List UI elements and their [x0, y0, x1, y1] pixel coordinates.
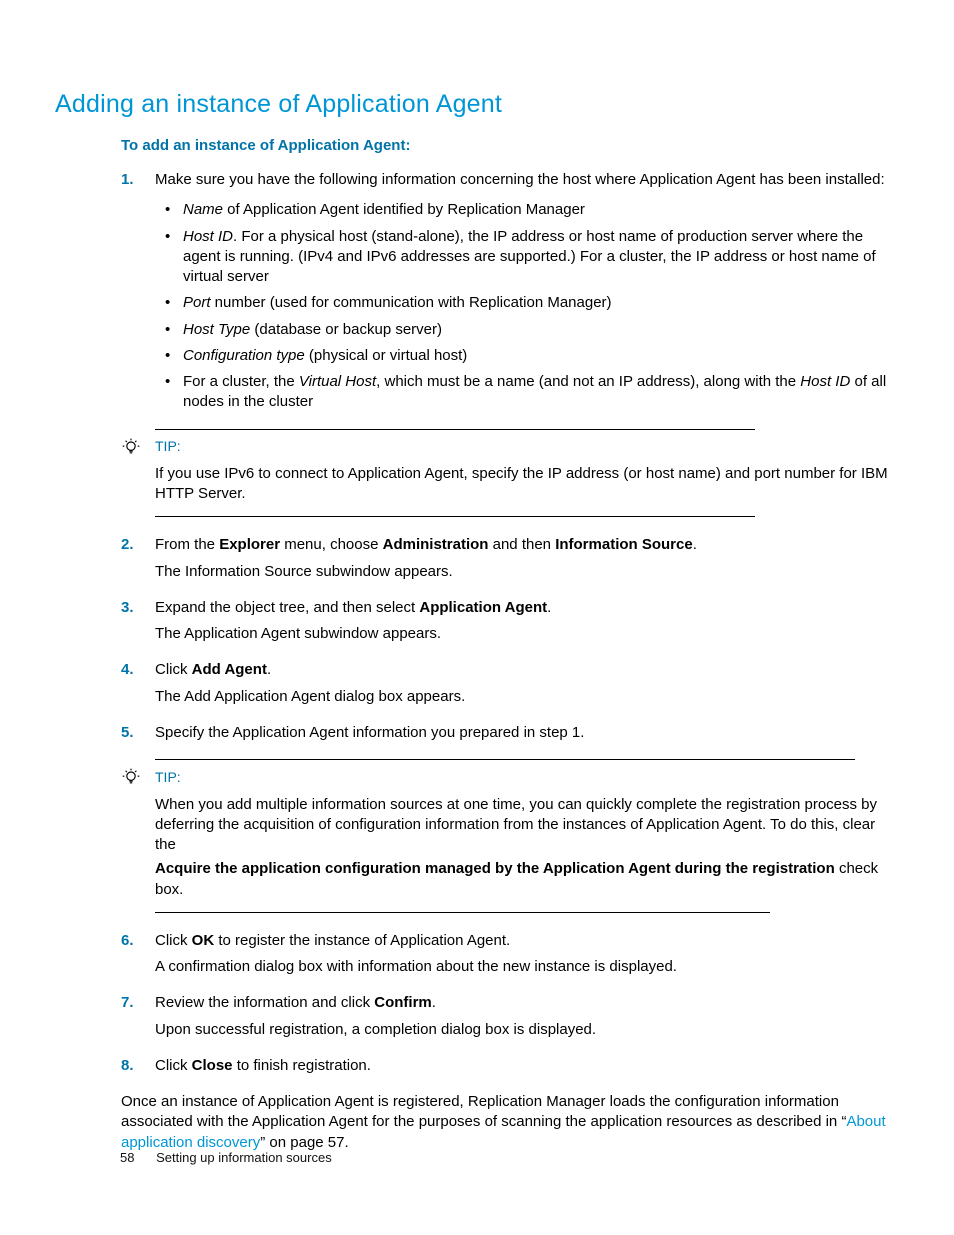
step-text: Make sure you have the following informa…: [155, 171, 885, 188]
step-number: 2.: [121, 535, 134, 555]
term: Port: [183, 294, 211, 311]
divider: [155, 912, 770, 913]
text: to finish registration.: [233, 1057, 371, 1074]
step-3: 3. Expand the object tree, and then sele…: [121, 598, 899, 645]
ui-label: Acquire the application configuration ma…: [155, 860, 835, 877]
text: (database or backup server): [250, 321, 442, 338]
text: .: [267, 661, 271, 678]
step-number: 3.: [121, 598, 134, 618]
step-2: 2. From the Explorer menu, choose Admini…: [121, 535, 899, 582]
text: .: [432, 994, 436, 1011]
step-1: 1. Make sure you have the following info…: [121, 170, 899, 413]
list-item: Configuration type (physical or virtual …: [155, 346, 899, 366]
procedure-steps-cont: 2. From the Explorer menu, choose Admini…: [121, 535, 899, 743]
step-4: 4. Click Add Agent. The Add Application …: [121, 660, 899, 707]
tip-body: If you use IPv6 to connect to Applicatio…: [155, 464, 899, 505]
page-number: 58: [120, 1150, 134, 1165]
step-6: 6. Click OK to register the instance of …: [121, 931, 899, 978]
text: . For a physical host (stand-alone), the…: [183, 228, 876, 286]
step-text: Specify the Application Agent informatio…: [155, 724, 584, 741]
procedure-steps-cont2: 6. Click OK to register the instance of …: [121, 931, 899, 1076]
text: (physical or virtual host): [305, 347, 468, 364]
step-result: The Information Source subwindow appears…: [155, 562, 899, 582]
text: menu, choose: [280, 536, 383, 553]
term: Host ID: [800, 373, 850, 390]
step-number: 4.: [121, 660, 134, 680]
list-item: For a cluster, the Virtual Host, which m…: [155, 372, 899, 413]
step-number: 8.: [121, 1056, 134, 1076]
text: From the: [155, 536, 219, 553]
ui-label: Administration: [383, 536, 489, 553]
lightbulb-icon: [121, 437, 141, 457]
text: Click: [155, 932, 192, 949]
divider: [155, 759, 855, 760]
list-item: Name of Application Agent identified by …: [155, 200, 899, 220]
ui-label: OK: [192, 932, 215, 949]
ui-label: Explorer: [219, 536, 280, 553]
step-number: 6.: [121, 931, 134, 951]
text: Review the information and click: [155, 994, 374, 1011]
step-result: The Add Application Agent dialog box app…: [155, 687, 899, 707]
lightbulb-icon: [121, 767, 141, 787]
text: , which must be a name (and not an IP ad…: [376, 373, 800, 390]
ui-label: Add Agent: [192, 661, 267, 678]
ui-label: Information Source: [555, 536, 693, 553]
term: Host Type: [183, 321, 250, 338]
text: and then: [488, 536, 555, 553]
tip-body: When you add multiple information source…: [155, 795, 899, 900]
text: For a cluster, the: [183, 373, 299, 390]
step-5: 5. Specify the Application Agent informa…: [121, 723, 899, 743]
term: Host ID: [183, 228, 233, 245]
closing-paragraph: Once an instance of Application Agent is…: [121, 1092, 899, 1153]
list-item: Host Type (database or backup server): [155, 320, 899, 340]
step-number: 7.: [121, 993, 134, 1013]
text: of Application Agent identified by Repli…: [223, 201, 585, 218]
list-item: Host ID. For a physical host (stand-alon…: [155, 227, 899, 288]
ui-label: Confirm: [374, 994, 432, 1011]
step-number: 5.: [121, 723, 134, 743]
page-title: Adding an instance of Application Agent: [55, 88, 899, 122]
ui-label: Application Agent: [419, 599, 547, 616]
document-page: Adding an instance of Application Agent …: [0, 0, 954, 1235]
step-1-bullets: Name of Application Agent identified by …: [155, 200, 899, 412]
divider: [155, 429, 755, 430]
text: ” on page 57.: [260, 1134, 348, 1151]
step-8: 8. Click Close to finish registration.: [121, 1056, 899, 1076]
procedure-steps: 1. Make sure you have the following info…: [121, 170, 899, 413]
text: Click: [155, 1057, 192, 1074]
text: to register the instance of Application …: [214, 932, 510, 949]
procedure-intro: To add an instance of Application Agent:: [121, 136, 899, 156]
text: .: [693, 536, 697, 553]
section-title: Setting up information sources: [156, 1150, 332, 1165]
term: Configuration type: [183, 347, 305, 364]
step-result: Upon successful registration, a completi…: [155, 1020, 899, 1040]
text: number (used for communication with Repl…: [211, 294, 612, 311]
step-number: 1.: [121, 170, 134, 190]
step-result: The Application Agent subwindow appears.: [155, 624, 899, 644]
step-result: A confirmation dialog box with informati…: [155, 957, 899, 977]
tip-block-1: TIP: If you use IPv6 to connect to Appli…: [121, 429, 899, 518]
ui-label: Close: [192, 1057, 233, 1074]
tip-block-2: TIP: When you add multiple information s…: [121, 759, 899, 913]
tip-label: TIP:: [155, 768, 899, 787]
tip-text: When you add multiple information source…: [155, 795, 899, 856]
list-item: Port number (used for communication with…: [155, 293, 899, 313]
text: Expand the object tree, and then select: [155, 599, 419, 616]
tip-text: If you use IPv6 to connect to Applicatio…: [155, 464, 899, 505]
text: .: [547, 599, 551, 616]
page-footer: 58 Setting up information sources: [120, 1149, 332, 1167]
text: Once an instance of Application Agent is…: [121, 1093, 846, 1130]
term: Virtual Host: [299, 373, 376, 390]
tip-label: TIP:: [155, 437, 899, 456]
step-7: 7. Review the information and click Conf…: [121, 993, 899, 1040]
divider: [155, 516, 755, 517]
text: Click: [155, 661, 192, 678]
term: Name: [183, 201, 223, 218]
